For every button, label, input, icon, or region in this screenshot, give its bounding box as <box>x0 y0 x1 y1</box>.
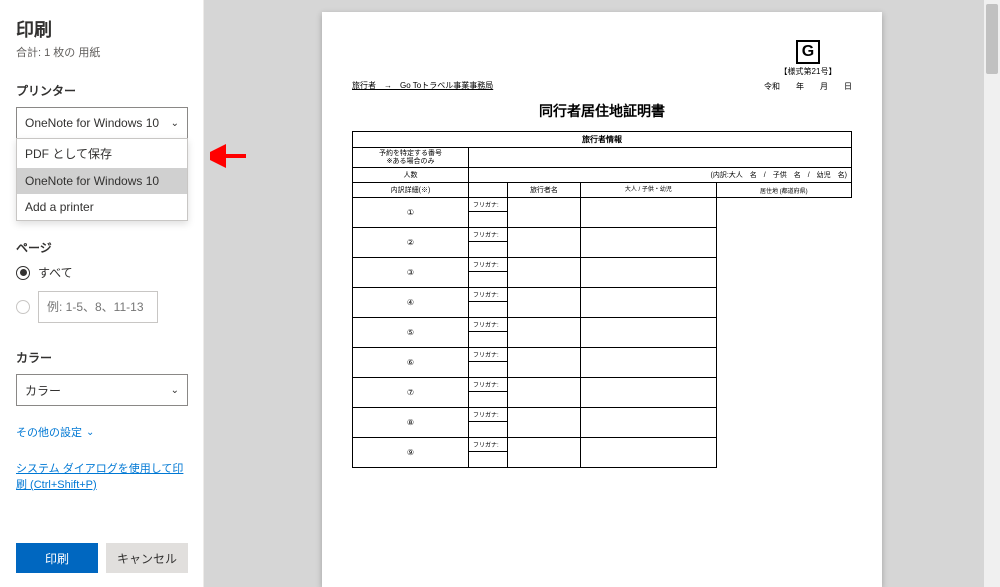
traveler-info-table: 旅行者情報 予約を特定する番号 ※ある場合のみ 人数 (内訳:大人 名 / 子供… <box>352 131 852 468</box>
adult-child-cell <box>507 288 580 318</box>
adult-child-cell <box>507 318 580 348</box>
booking-value <box>469 148 852 168</box>
row-number: ⑥ <box>353 348 469 378</box>
residence-cell <box>581 408 716 438</box>
chevron-down-icon: ⌄ <box>171 385 179 396</box>
adult-child-cell <box>507 258 580 288</box>
furigana-cell: フリガナ: <box>469 378 508 392</box>
g-mark: G <box>796 40 820 64</box>
row-number: ⑧ <box>353 408 469 438</box>
document-title: 同行者居住地証明書 <box>352 101 852 121</box>
pages-all-label: すべて <box>38 264 73 281</box>
name-cell <box>469 242 508 258</box>
print-button[interactable]: 印刷 <box>16 543 98 573</box>
row-number: ① <box>353 198 469 228</box>
sheet-count: 合計: 1 枚の 用紙 <box>16 44 187 60</box>
residence-cell <box>581 288 716 318</box>
annotation-arrow-icon <box>210 136 250 176</box>
name-cell <box>469 392 508 408</box>
name-cell <box>469 302 508 318</box>
printer-select[interactable]: OneNote for Windows 10 ⌄ <box>16 107 188 139</box>
count-detail: (内訳:大人 名 / 子供 名 / 幼児 名) <box>469 168 852 183</box>
adult-child-cell <box>507 348 580 378</box>
printer-option-onenote[interactable]: OneNote for Windows 10 <box>17 168 187 194</box>
name-cell <box>469 212 508 228</box>
name-cell <box>469 272 508 288</box>
adult-child-cell <box>507 228 580 258</box>
pages-all-radio[interactable]: すべて <box>16 264 187 281</box>
scrollbar-thumb[interactable] <box>986 4 998 74</box>
name-cell <box>469 452 508 468</box>
chevron-down-icon: ⌄ <box>86 427 94 438</box>
row-number: ⑦ <box>353 378 469 408</box>
radio-checked-icon <box>16 266 30 280</box>
preview-page: G 【様式第21号】 令和 年 月 日 旅行者 → Go Toトラベル事業事務局… <box>322 12 882 587</box>
name-cell <box>469 332 508 348</box>
chevron-down-icon: ⌄ <box>171 118 179 129</box>
more-settings-label: その他の設定 <box>16 424 82 440</box>
more-settings-link[interactable]: その他の設定 ⌄ <box>16 424 187 440</box>
section-header: 旅行者情報 <box>353 132 852 148</box>
printer-selected: OneNote for Windows 10 <box>25 116 159 130</box>
detail-label: 内訳詳細(※) <box>353 183 469 198</box>
furigana-cell: フリガナ: <box>469 438 508 452</box>
printer-dropdown: PDF として保存 OneNote for Windows 10 Add a p… <box>16 138 188 221</box>
printer-option-add[interactable]: Add a printer <box>17 194 187 220</box>
residence-cell <box>581 198 716 228</box>
adult-child-cell <box>507 378 580 408</box>
print-preview-area: G 【様式第21号】 令和 年 月 日 旅行者 → Go Toトラベル事業事務局… <box>204 0 1000 587</box>
radio-unchecked-icon <box>16 300 30 314</box>
row-number: ⑨ <box>353 438 469 468</box>
residence-cell <box>581 318 716 348</box>
name-cell <box>469 362 508 378</box>
count-label: 人数 <box>353 168 469 183</box>
name-cell <box>469 422 508 438</box>
residence-cell <box>581 378 716 408</box>
color-selected: カラー <box>25 382 61 399</box>
furigana-cell: フリガナ: <box>469 288 508 302</box>
residence-cell <box>581 348 716 378</box>
preview-scrollbar[interactable] <box>984 0 1000 587</box>
cancel-button[interactable]: キャンセル <box>106 543 188 573</box>
dialog-title: 印刷 <box>16 16 187 42</box>
adult-child-cell <box>507 408 580 438</box>
pages-label: ページ <box>16 239 187 256</box>
era-date: 令和 年 月 日 <box>764 81 852 92</box>
row-number: ② <box>353 228 469 258</box>
color-select[interactable]: カラー ⌄ <box>16 374 188 406</box>
furigana-cell: フリガナ: <box>469 258 508 272</box>
print-sidebar: 印刷 合計: 1 枚の 用紙 プリンター OneNote for Windows… <box>0 0 204 587</box>
pages-range-radio[interactable] <box>16 291 187 323</box>
printer-label: プリンター <box>16 82 187 99</box>
printer-option-pdf[interactable]: PDF として保存 <box>17 139 187 168</box>
furigana-cell: フリガナ: <box>469 348 508 362</box>
color-label: カラー <box>16 349 187 366</box>
form-number: 【様式第21号】 <box>764 66 852 77</box>
traveler-name-header: 旅行者名 <box>507 183 580 198</box>
adult-child-header: 大人 / 子供・幼児 <box>581 183 716 198</box>
adult-child-cell <box>507 198 580 228</box>
action-buttons: 印刷 キャンセル <box>16 543 188 573</box>
furigana-cell: フリガナ: <box>469 408 508 422</box>
residence-cell <box>581 228 716 258</box>
furigana-cell: フリガナ: <box>469 318 508 332</box>
row-number: ⑤ <box>353 318 469 348</box>
row-number: ③ <box>353 258 469 288</box>
residence-header: 居住地 (都道府県) <box>716 183 851 198</box>
page-header-right: G 【様式第21号】 令和 年 月 日 <box>764 40 852 92</box>
booking-label: 予約を特定する番号 ※ある場合のみ <box>353 148 469 168</box>
adult-child-cell <box>507 438 580 468</box>
pages-range-input[interactable] <box>38 291 158 323</box>
furigana-cell: フリガナ: <box>469 228 508 242</box>
residence-cell <box>581 258 716 288</box>
furigana-cell: フリガナ: <box>469 198 508 212</box>
system-dialog-link[interactable]: システム ダイアログを使用して印刷 (Ctrl+Shift+P) <box>16 460 187 492</box>
residence-cell <box>581 438 716 468</box>
row-number: ④ <box>353 288 469 318</box>
